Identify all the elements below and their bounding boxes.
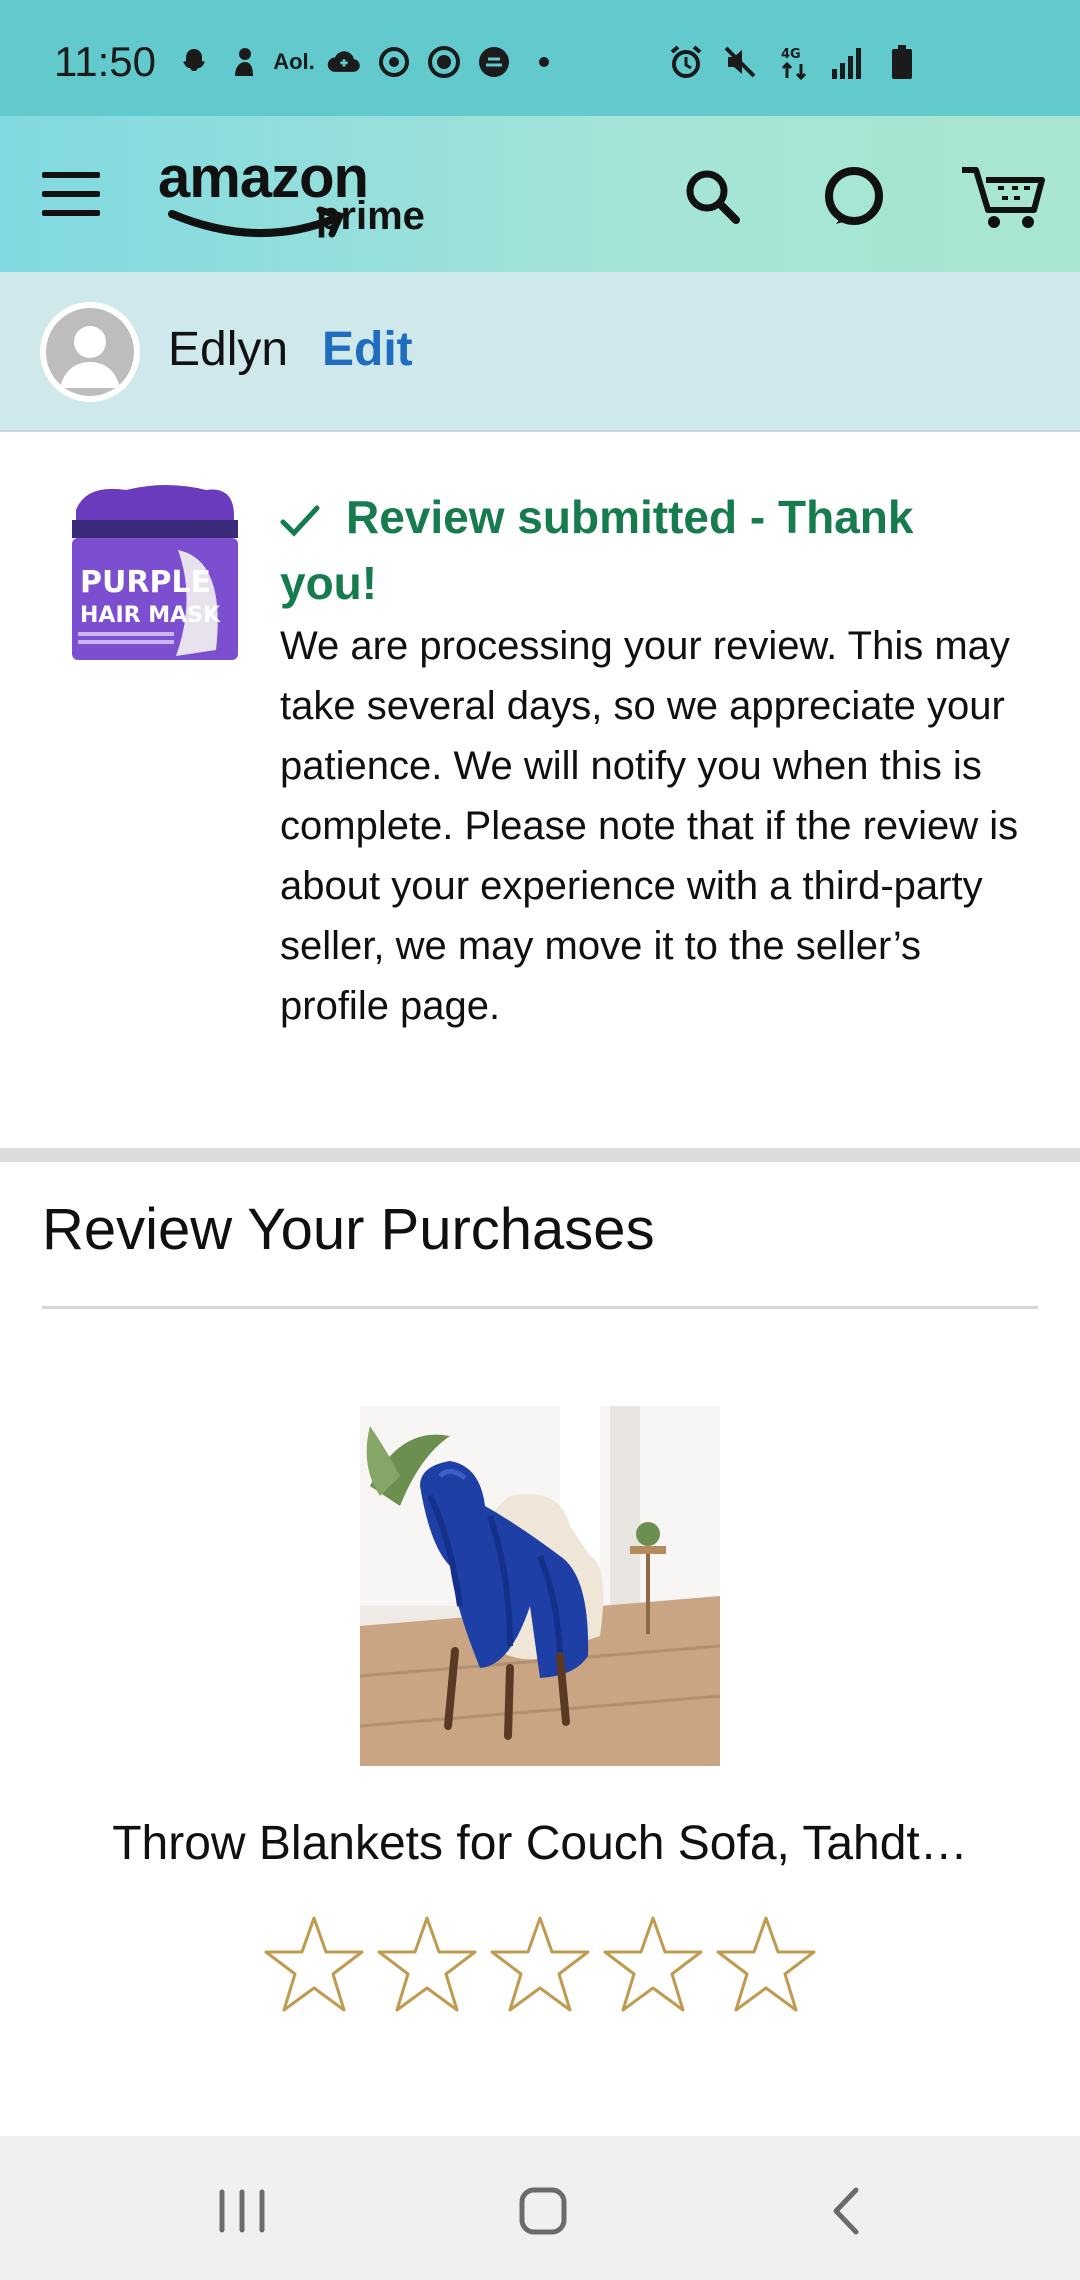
product-title[interactable]: Throw Blankets for Couch Sofa, Tahdt… <box>40 1816 1040 1871</box>
review-section-rule <box>42 1306 1038 1309</box>
status-left-icons: Aol. <box>176 44 562 80</box>
status-bar: 11:50 Aol. 4G <box>0 0 1080 116</box>
status-right-icons: 4G <box>668 44 920 80</box>
back-icon[interactable] <box>826 2186 866 2236</box>
profile-row: Edlyn Edit <box>0 272 1080 432</box>
cloud-icon <box>326 44 362 80</box>
snapchat-icon <box>176 44 212 80</box>
record-icon <box>426 44 462 80</box>
system-nav-bar <box>0 2136 1080 2280</box>
avatar[interactable] <box>40 302 140 402</box>
star-icon-2[interactable] <box>375 1914 479 2014</box>
profile-name: Edlyn <box>168 323 289 376</box>
alexa-icon[interactable] <box>822 164 886 228</box>
star-icon-1[interactable] <box>262 1914 366 2014</box>
confirmation-title: Review submitted - Thank you! <box>280 484 1020 616</box>
mute-icon <box>722 44 758 80</box>
lte-icon: 4G <box>776 44 812 80</box>
logo-prime-text: prime <box>316 194 425 238</box>
alarm-icon <box>668 44 704 80</box>
battery-icon <box>884 44 920 80</box>
signal-icon <box>830 44 866 80</box>
checkmark-icon <box>280 505 320 537</box>
star-icon-5[interactable] <box>714 1914 818 2014</box>
aol-icon: Aol. <box>273 49 315 74</box>
amazon-prime-logo[interactable]: amazon prime <box>158 144 438 254</box>
star-icon-4[interactable] <box>601 1914 705 2014</box>
sync-icon <box>376 44 412 80</box>
home-icon[interactable] <box>518 2186 568 2236</box>
cart-icon[interactable] <box>958 160 1048 232</box>
menu-icon[interactable] <box>42 172 100 216</box>
app-header: amazon prime <box>0 116 1080 272</box>
svg-text:4G: 4G <box>781 47 801 62</box>
search-icon[interactable] <box>680 164 744 228</box>
review-section-title: Review Your Purchases <box>42 1197 655 1262</box>
thumbnail-line1: PURPLE <box>80 565 211 600</box>
confirmation-body: We are processing your review. This may … <box>280 624 1019 1028</box>
shell-icon <box>476 44 512 80</box>
star-icon-3[interactable] <box>488 1914 592 2014</box>
status-time: 11:50 <box>54 38 156 85</box>
edit-profile-link[interactable]: Edit <box>322 322 413 377</box>
recent-apps-icon[interactable] <box>216 2186 268 2236</box>
review-confirmation: PURPLE HAIR MASK Review submitted - Than… <box>0 432 1080 1148</box>
section-divider <box>0 1148 1080 1162</box>
dot-icon <box>526 44 562 80</box>
blanket-product-image[interactable] <box>360 1406 720 1766</box>
purple-hair-mask-thumbnail: PURPLE HAIR MASK <box>66 480 244 670</box>
star-rating[interactable] <box>262 1914 818 2014</box>
thumbnail-line2: HAIR MASK <box>80 603 221 628</box>
confirmation-title-text: Review submitted - Thank you! <box>280 491 914 609</box>
person-icon <box>226 44 262 80</box>
